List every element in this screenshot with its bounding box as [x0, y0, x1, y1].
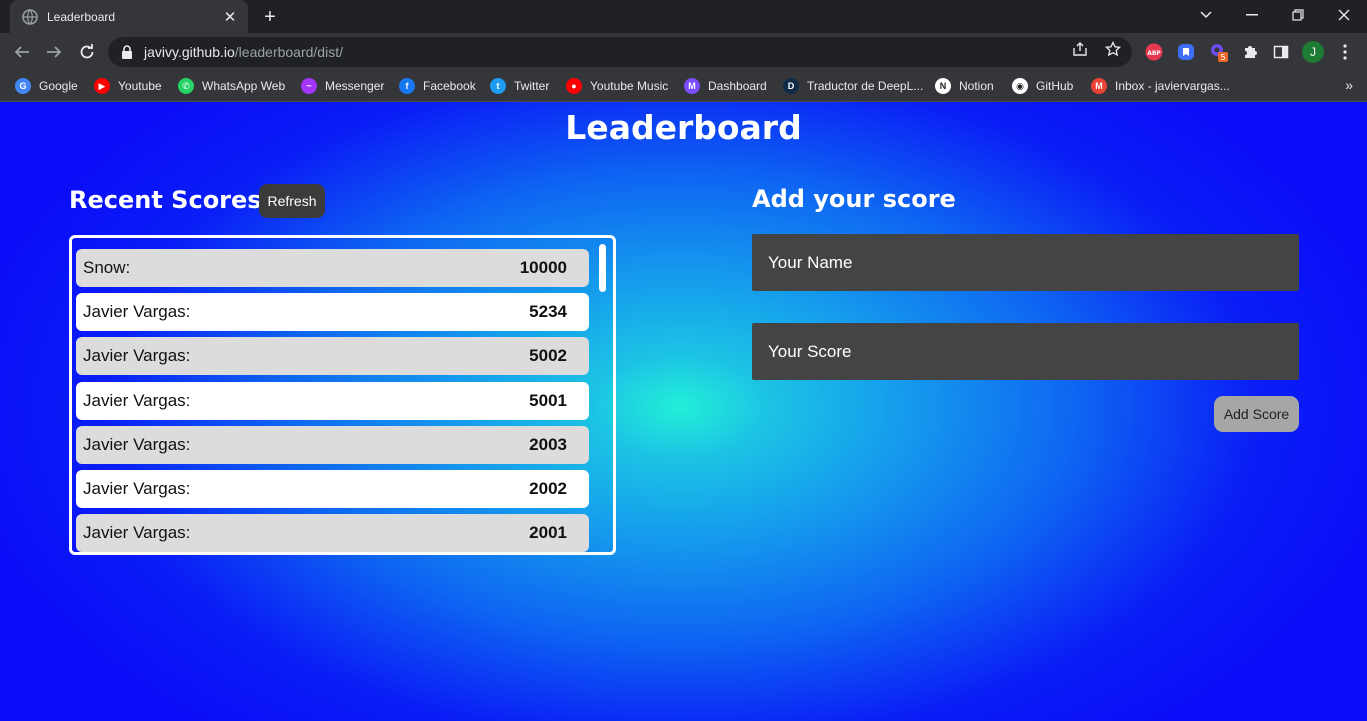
- extension-gear-icon[interactable]: 5: [1208, 42, 1228, 62]
- tab-leaderboard[interactable]: Leaderboard ✕: [10, 0, 248, 33]
- back-arrow-icon[interactable]: [8, 38, 36, 66]
- bookmark-item[interactable]: ~ Messenger: [301, 76, 384, 96]
- youtube-icon: ▶: [94, 78, 110, 94]
- extension-badge: 5: [1220, 53, 1225, 62]
- page-content: Leaderboard Recent Scores Refresh Snow: 1…: [0, 102, 1367, 721]
- bookmark-item[interactable]: M Inbox - javiervargas...: [1091, 76, 1230, 96]
- score-row: Javier Vargas: 2002: [76, 470, 589, 508]
- more-bookmarks-icon[interactable]: »: [1345, 77, 1353, 93]
- bookmark-label: Twitter: [514, 79, 550, 93]
- profile-avatar[interactable]: J: [1302, 41, 1324, 63]
- scrollbar-thumb[interactable]: [599, 244, 606, 292]
- player-name: Javier Vargas:: [83, 434, 191, 454]
- bookmark-label: Youtube: [118, 79, 162, 93]
- player-score: 5234: [529, 302, 567, 322]
- bookmark-label: Google: [39, 79, 78, 93]
- puzzle-icon[interactable]: [1240, 42, 1260, 62]
- new-tab-button[interactable]: +: [258, 5, 282, 29]
- player-score: 2002: [529, 479, 567, 498]
- player-score: 10000: [519, 258, 567, 277]
- messenger-icon: ~: [301, 78, 317, 94]
- recent-scores-heading: Recent Scores: [69, 186, 262, 214]
- adblock-icon[interactable]: ABP: [1144, 42, 1164, 62]
- bookmark-label: Facebook: [423, 79, 476, 93]
- share-icon[interactable]: [1071, 40, 1089, 58]
- score-row: Snow: 10000: [76, 249, 589, 287]
- youtube-music-icon: ●: [566, 78, 582, 94]
- tab-title: Leaderboard: [47, 9, 116, 24]
- name-input[interactable]: Your Name: [752, 234, 1299, 291]
- minimize-icon[interactable]: [1229, 0, 1275, 30]
- dashboard-icon: M: [684, 78, 700, 94]
- player-name: Javier Vargas:: [83, 479, 191, 498]
- bookmark-star-icon[interactable]: [1104, 40, 1122, 58]
- reload-icon[interactable]: [73, 38, 101, 66]
- tab-search-chevron-icon[interactable]: [1183, 0, 1229, 30]
- player-score: 2003: [529, 434, 567, 454]
- score-input[interactable]: Your Score: [752, 323, 1299, 380]
- facebook-icon: f: [399, 78, 415, 94]
- github-icon: ◉: [1012, 78, 1028, 94]
- player-name: Snow:: [83, 258, 131, 277]
- player-name: Javier Vargas:: [83, 390, 191, 410]
- gmail-icon: M: [1091, 78, 1107, 94]
- bookmark-label: Youtube Music: [590, 79, 669, 93]
- globe-icon: [22, 8, 38, 25]
- bookmark-label: Traductor de DeepL...: [807, 79, 924, 93]
- url-path: /leaderboard/dist/: [234, 44, 343, 60]
- google-icon: G: [15, 78, 31, 94]
- close-window-icon[interactable]: [1321, 0, 1367, 30]
- bookmark-item[interactable]: M Dashboard: [684, 76, 767, 96]
- score-row: Javier Vargas: 5234: [76, 293, 589, 332]
- bookmark-label: WhatsApp Web: [202, 79, 286, 93]
- bookmarks-bar: » G Google ▶ Youtube ✆ WhatsApp Web ~ Messenger…: [0, 71, 1367, 102]
- refresh-button[interactable]: Refresh: [259, 184, 325, 218]
- score-row: Javier Vargas: 5001: [76, 381, 589, 420]
- forward-arrow-icon[interactable]: [40, 38, 68, 66]
- whatsapp-icon: ✆: [178, 78, 194, 94]
- player-score: 5001: [529, 390, 567, 410]
- scores-list-box[interactable]: Snow: 10000 Javier Vargas: 5234 Javier Varga…: [69, 235, 616, 555]
- player-name: Javier Vargas:: [83, 302, 191, 322]
- raindrop-icon[interactable]: [1176, 42, 1196, 62]
- bookmark-item[interactable]: ● Youtube Music: [566, 76, 668, 96]
- score-row: Javier Vargas: 5002: [76, 337, 589, 376]
- restore-icon[interactable]: [1275, 0, 1321, 30]
- address-bar[interactable]: javivy.github.io/leaderboard/dist/: [108, 37, 1132, 67]
- bookmark-label: Messenger: [325, 79, 385, 93]
- lock-icon: [120, 45, 134, 59]
- bookmark-item[interactable]: G Google: [15, 76, 78, 96]
- deepl-icon: D: [783, 78, 799, 94]
- browser-toolbar: javivy.github.io/leaderboard/dist/ ABP 5…: [0, 33, 1367, 71]
- player-name: Javier Vargas:: [83, 523, 191, 543]
- page-title: Leaderboard: [565, 108, 802, 147]
- bookmark-label: Inbox - javiervargas...: [1115, 79, 1230, 93]
- tab-strip: Leaderboard ✕ +: [0, 0, 1367, 33]
- player-name: Javier Vargas:: [83, 346, 191, 366]
- score-row: Javier Vargas: 2003: [76, 425, 589, 464]
- notion-icon: N: [935, 78, 951, 94]
- menu-dots-icon[interactable]: [1335, 42, 1355, 62]
- bookmark-item[interactable]: D Traductor de DeepL...: [783, 76, 923, 96]
- svg-text:ABP: ABP: [1147, 50, 1161, 57]
- bookmark-item[interactable]: t Twitter: [490, 76, 549, 96]
- url-host: javivy.github.io: [144, 44, 235, 60]
- tab-close-icon[interactable]: ✕: [222, 9, 238, 26]
- player-score: 5002: [529, 346, 567, 366]
- bookmark-label: Notion: [959, 79, 994, 93]
- twitter-icon: t: [490, 78, 506, 94]
- bookmark-item[interactable]: ▶ Youtube: [94, 76, 162, 96]
- bookmark-item[interactable]: ✆ WhatsApp Web: [178, 76, 285, 96]
- bookmark-label: Dashboard: [708, 79, 767, 93]
- side-panel-icon[interactable]: [1271, 42, 1291, 62]
- add-score-heading: Add your score: [752, 185, 956, 213]
- url-text: javivy.github.io/leaderboard/dist/: [144, 44, 343, 60]
- player-score: 2001: [529, 523, 567, 543]
- add-score-button[interactable]: Add Score: [1214, 396, 1299, 432]
- bookmark-item[interactable]: ◉ GitHub: [1012, 76, 1073, 96]
- score-row: Javier Vargas: 2001: [76, 514, 589, 552]
- bookmark-item[interactable]: N Notion: [935, 76, 994, 96]
- bookmark-label: GitHub: [1036, 79, 1074, 93]
- bookmark-item[interactable]: f Facebook: [399, 76, 476, 96]
